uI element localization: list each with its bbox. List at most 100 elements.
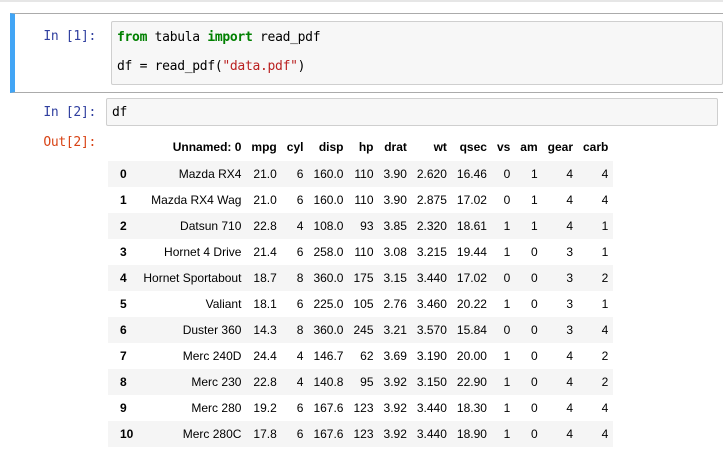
table-row: 8 Merc 230 22.8 4 140.8 95 3.92 3.150 22.90 1 0 4 2 <box>108 369 614 395</box>
table-cell: 175 <box>353 271 374 285</box>
table-cell: 140.8 <box>313 375 344 389</box>
row-index: 10 <box>120 427 134 441</box>
table-cell: 123 <box>353 427 374 441</box>
table-cell: 4 <box>566 349 573 363</box>
table-cell: 3.08 <box>383 245 407 259</box>
table-row: 1 Mazda RX4 Wag 21.0 6 160.0 110 3.90 2.875 17.0… <box>108 187 614 213</box>
code-cell-1[interactable]: In [1]: from tabula import read_pdf df =… <box>10 13 723 93</box>
row-index: 2 <box>120 219 127 233</box>
row-index: 0 <box>120 167 127 181</box>
table-cell: 3.150 <box>416 375 447 389</box>
input-prompt-1: In [1]: <box>43 29 96 44</box>
code-editor-2[interactable]: df <box>106 98 718 126</box>
table-cell: 1 <box>530 219 538 233</box>
table-cell: 4 <box>566 167 573 181</box>
column-header: mpg <box>246 134 282 161</box>
code-cell-2[interactable]: In [2]: df Out[2]: Unnamed: 0 mpg cyl disp h… <box>10 98 723 453</box>
code-text: df <box>112 105 128 120</box>
table-cell: 6 <box>296 167 304 181</box>
table-cell: 18.1 <box>253 297 277 311</box>
column-header: hp <box>348 134 379 161</box>
row-index: 1 <box>120 193 127 207</box>
table-cell: 3.90 <box>383 193 407 207</box>
table-cell: 4 <box>296 375 304 389</box>
table-cell: 0 <box>530 297 538 311</box>
table-header-row: Unnamed: 0 mpg cyl disp hp drat wt qsec vs am gear… <box>108 134 614 161</box>
table-cell: 1 <box>601 245 609 259</box>
table-cell: 2.320 <box>416 219 447 233</box>
table-cell: 20.22 <box>456 297 487 311</box>
column-header: wt <box>411 134 452 161</box>
table-cell: 19.2 <box>253 401 277 415</box>
table-cell: 1 <box>503 375 511 389</box>
table-cell: 8 <box>296 323 304 337</box>
table-cell: Duster 360 <box>182 323 242 337</box>
table-cell: 3.440 <box>416 401 447 415</box>
table-cell: 0 <box>503 167 511 181</box>
table-cell: 22.90 <box>456 375 487 389</box>
table-cell: 3 <box>566 271 573 285</box>
table-cell: 0 <box>530 375 538 389</box>
table-row: 3 Hornet 4 Drive 21.4 6 258.0 110 3.08 3.215 19.… <box>108 239 614 265</box>
table-cell: 4 <box>296 219 304 233</box>
table-cell: 360.0 <box>313 323 344 337</box>
table-cell: 18.30 <box>456 401 487 415</box>
table-cell: 2.875 <box>416 193 447 207</box>
table-cell: 1 <box>601 219 609 233</box>
table-cell: 167.6 <box>313 401 344 415</box>
table-cell: 22.8 <box>253 375 277 389</box>
row-index: 6 <box>120 323 127 337</box>
table-cell: 4 <box>601 401 609 415</box>
table-cell: 17.8 <box>253 427 277 441</box>
table-cell: 6 <box>296 245 304 259</box>
code-text: df = read_pdf( <box>117 59 223 74</box>
table-cell: 4 <box>601 427 609 441</box>
code-line-3: df <box>112 105 127 120</box>
table-row: 7 Merc 240D 24.4 4 146.7 62 3.69 3.190 20.00 1 0 4 2 <box>108 343 614 369</box>
table-cell: 0 <box>530 245 538 259</box>
table-cell: Mazda RX4 Wag <box>151 193 242 207</box>
table-cell: 110 <box>354 193 374 207</box>
table-cell: 20.00 <box>456 349 487 363</box>
column-header: vs <box>491 134 516 161</box>
table-cell: 4 <box>566 427 573 441</box>
code-editor-1[interactable]: from tabula import read_pdf df = read_pd… <box>111 21 723 85</box>
table-cell: Merc 280 <box>191 401 242 415</box>
table-cell: 2 <box>601 375 609 389</box>
row-index: 8 <box>120 375 127 389</box>
table-row: 9 Merc 280 19.2 6 167.6 123 3.92 3.440 18.30 1 0 4 4 <box>108 395 614 421</box>
table-cell: 3.190 <box>416 349 447 363</box>
table-cell: 1 <box>503 297 511 311</box>
table-cell: 21.4 <box>253 245 277 259</box>
table-cell: 3 <box>566 245 573 259</box>
table-cell: 17.02 <box>456 193 487 207</box>
table-cell: 3.69 <box>383 349 407 363</box>
table-cell: 0 <box>530 323 538 337</box>
top-divider <box>0 0 723 2</box>
table-row: 2 Datsun 710 22.8 4 108.0 93 3.85 2.320 18.61 1 1 4… <box>108 213 614 239</box>
column-header: carb <box>578 134 614 161</box>
table-cell: 3 <box>566 297 573 311</box>
table-cell: 18.90 <box>456 427 487 441</box>
table-cell: 3.92 <box>383 401 407 415</box>
index-header <box>108 134 139 161</box>
code-keyword: from <box>117 30 148 45</box>
table-cell: 21.0 <box>253 193 277 207</box>
table-cell: 1 <box>503 219 511 233</box>
column-header: disp <box>308 134 349 161</box>
table-cell: 6 <box>296 401 304 415</box>
table-cell: 3.215 <box>416 245 447 259</box>
table-cell: 4 <box>601 193 609 207</box>
table-cell: 17.02 <box>456 271 487 285</box>
column-header: drat <box>378 134 412 161</box>
table-cell: 3.570 <box>416 323 447 337</box>
column-header: qsec <box>451 134 492 161</box>
table-cell: Mazda RX4 <box>178 167 242 181</box>
table-cell: 123 <box>353 401 374 415</box>
table-row: 4 Hornet Sportabout 18.7 8 360.0 175 3.15 3.440… <box>108 265 614 291</box>
table-cell: 21.0 <box>253 167 277 181</box>
table-cell: 108.0 <box>313 219 344 233</box>
table-cell: 2.620 <box>416 167 447 181</box>
table-cell: 1 <box>503 245 511 259</box>
table-cell: 1 <box>601 297 609 311</box>
